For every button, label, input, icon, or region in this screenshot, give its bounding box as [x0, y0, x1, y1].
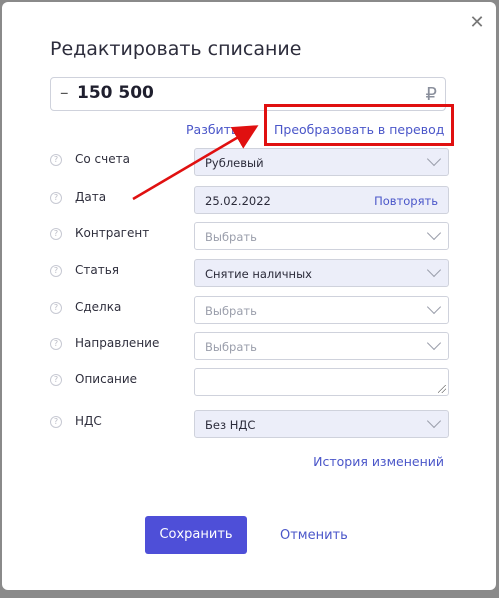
vat-select[interactable]: Без НДС	[194, 410, 449, 438]
split-link[interactable]: Разбить	[186, 122, 238, 137]
row-account: ? Со счета Рублевый	[50, 148, 450, 176]
chevron-down-icon	[426, 413, 442, 429]
help-icon[interactable]: ?	[50, 416, 62, 428]
help-icon[interactable]: ?	[50, 192, 62, 204]
field-label: Статья	[75, 263, 120, 277]
row-vat: ? НДС Без НДС	[50, 410, 450, 438]
row-category: ? Статья Снятие наличных	[50, 259, 450, 287]
row-counterparty: ? Контрагент Выбрать	[50, 222, 450, 250]
row-description: ? Описание	[50, 368, 450, 396]
field-label: Контрагент	[75, 226, 150, 240]
repeat-link[interactable]: Повторять	[374, 194, 438, 208]
help-icon[interactable]: ?	[50, 374, 62, 386]
field-label: Сделка	[75, 300, 122, 314]
help-icon[interactable]: ?	[50, 338, 62, 350]
help-icon[interactable]: ?	[50, 302, 62, 314]
field-label: Со счета	[75, 152, 130, 166]
row-deal: ? Сделка Выбрать	[50, 296, 450, 324]
help-icon[interactable]: ?	[50, 228, 62, 240]
help-icon[interactable]: ?	[50, 154, 62, 166]
help-icon[interactable]: ?	[50, 265, 62, 277]
field-placeholder: Выбрать	[205, 230, 257, 244]
field-label: Описание	[75, 372, 138, 386]
chevron-down-icon	[426, 262, 442, 278]
amount-value: 150 500	[77, 83, 154, 103]
direction-select[interactable]: Выбрать	[194, 332, 449, 360]
cancel-button[interactable]: Отменить	[280, 528, 348, 543]
field-value: Снятие наличных	[205, 267, 312, 281]
row-direction: ? Направление Выбрать	[50, 332, 450, 360]
category-select[interactable]: Снятие наличных	[194, 259, 449, 287]
deal-select[interactable]: Выбрать	[194, 296, 449, 324]
field-label: НДС	[75, 414, 102, 428]
chevron-down-icon	[426, 299, 442, 315]
field-placeholder: Выбрать	[205, 340, 257, 354]
resize-handle-icon[interactable]	[438, 385, 446, 393]
field-label: Дата	[75, 190, 107, 204]
edit-writeoff-dialog: ✕ Редактировать списание – 150 500 ₽ Раз…	[2, 2, 496, 590]
ruble-icon: ₽	[425, 84, 437, 105]
description-textarea[interactable]	[194, 368, 449, 396]
history-link[interactable]: История изменений	[313, 454, 444, 469]
field-value: Без НДС	[205, 418, 256, 432]
field-placeholder: Выбрать	[205, 304, 257, 318]
chevron-down-icon	[426, 225, 442, 241]
account-select[interactable]: Рублевый	[194, 148, 449, 176]
counterparty-select[interactable]: Выбрать	[194, 222, 449, 250]
close-icon[interactable]: ✕	[468, 14, 486, 32]
field-value: 25.02.2022	[205, 194, 271, 208]
save-button[interactable]: Сохранить	[145, 516, 247, 554]
amount-sign: –	[60, 83, 69, 103]
convert-to-transfer-link[interactable]: Преобразовать в перевод	[274, 122, 444, 137]
row-date: ? Дата 25.02.2022 Повторять	[50, 186, 450, 214]
dialog-title: Редактировать списание	[50, 38, 302, 60]
field-label: Направление	[75, 336, 160, 350]
date-field[interactable]: 25.02.2022 Повторять	[194, 186, 449, 214]
chevron-down-icon	[426, 335, 442, 351]
chevron-down-icon	[426, 151, 442, 167]
field-value: Рублевый	[205, 156, 264, 170]
